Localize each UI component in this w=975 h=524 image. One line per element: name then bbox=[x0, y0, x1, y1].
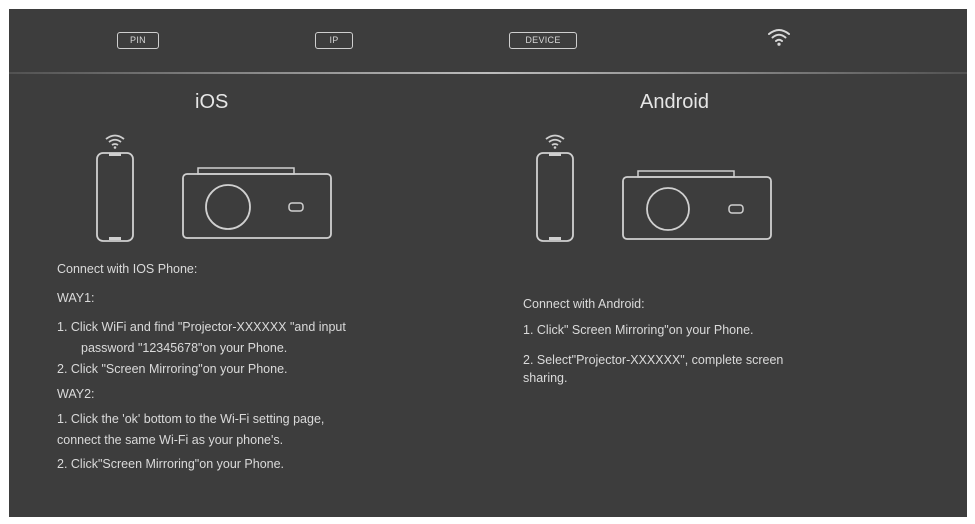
ios-illustration bbox=[91, 131, 351, 249]
ios-connect-title: Connect with IOS Phone: bbox=[57, 262, 198, 276]
android-heading: Android bbox=[640, 91, 709, 113]
ios-way1-label: WAY1: bbox=[57, 291, 95, 305]
wifi-icon bbox=[545, 134, 565, 149]
android-step1: 1. Click" Screen Mirroring"on your Phone… bbox=[523, 323, 754, 337]
ios-way2-step2: 2. Click"Screen Mirroring"on your Phone. bbox=[57, 457, 285, 471]
android-step2-line2: sharing. bbox=[523, 371, 568, 385]
ios-way2-step1-line1: 1. Click the 'ok' bottom to the Wi-Fi se… bbox=[57, 412, 325, 426]
device-tab[interactable]: DEVICE bbox=[509, 32, 577, 49]
ios-way2-label: WAY2: bbox=[57, 387, 95, 401]
wifi-icon bbox=[105, 134, 125, 149]
projector-icon bbox=[182, 167, 332, 239]
android-connect-title: Connect with Android: bbox=[523, 297, 645, 311]
wifi-icon[interactable] bbox=[767, 27, 791, 47]
ios-way1-step1-line2: password "12345678"on your Phone. bbox=[81, 341, 288, 355]
ios-way1-step1-line1: 1. Click WiFi and find "Projector-XXXXXX… bbox=[57, 320, 346, 334]
pin-tab[interactable]: PIN bbox=[117, 32, 159, 49]
android-illustration bbox=[531, 131, 791, 249]
ip-tab[interactable]: IP bbox=[315, 32, 353, 49]
phone-icon bbox=[536, 152, 574, 242]
header-divider bbox=[9, 72, 967, 74]
mirroring-screen: PIN IP DEVICE iOS Connect with IOS Phone… bbox=[9, 9, 967, 517]
ios-way1-step2: 2. Click "Screen Mirroring"on your Phone… bbox=[57, 362, 288, 376]
top-bar: PIN IP DEVICE bbox=[9, 9, 967, 73]
projector-icon bbox=[622, 170, 772, 240]
android-step2-line1: 2. Select"Projector-XXXXXX", complete sc… bbox=[523, 353, 784, 367]
phone-icon bbox=[96, 152, 134, 242]
ios-heading: iOS bbox=[195, 91, 229, 113]
ios-way2-step1-line2: connect the same Wi-Fi as your phone's. bbox=[57, 433, 284, 447]
